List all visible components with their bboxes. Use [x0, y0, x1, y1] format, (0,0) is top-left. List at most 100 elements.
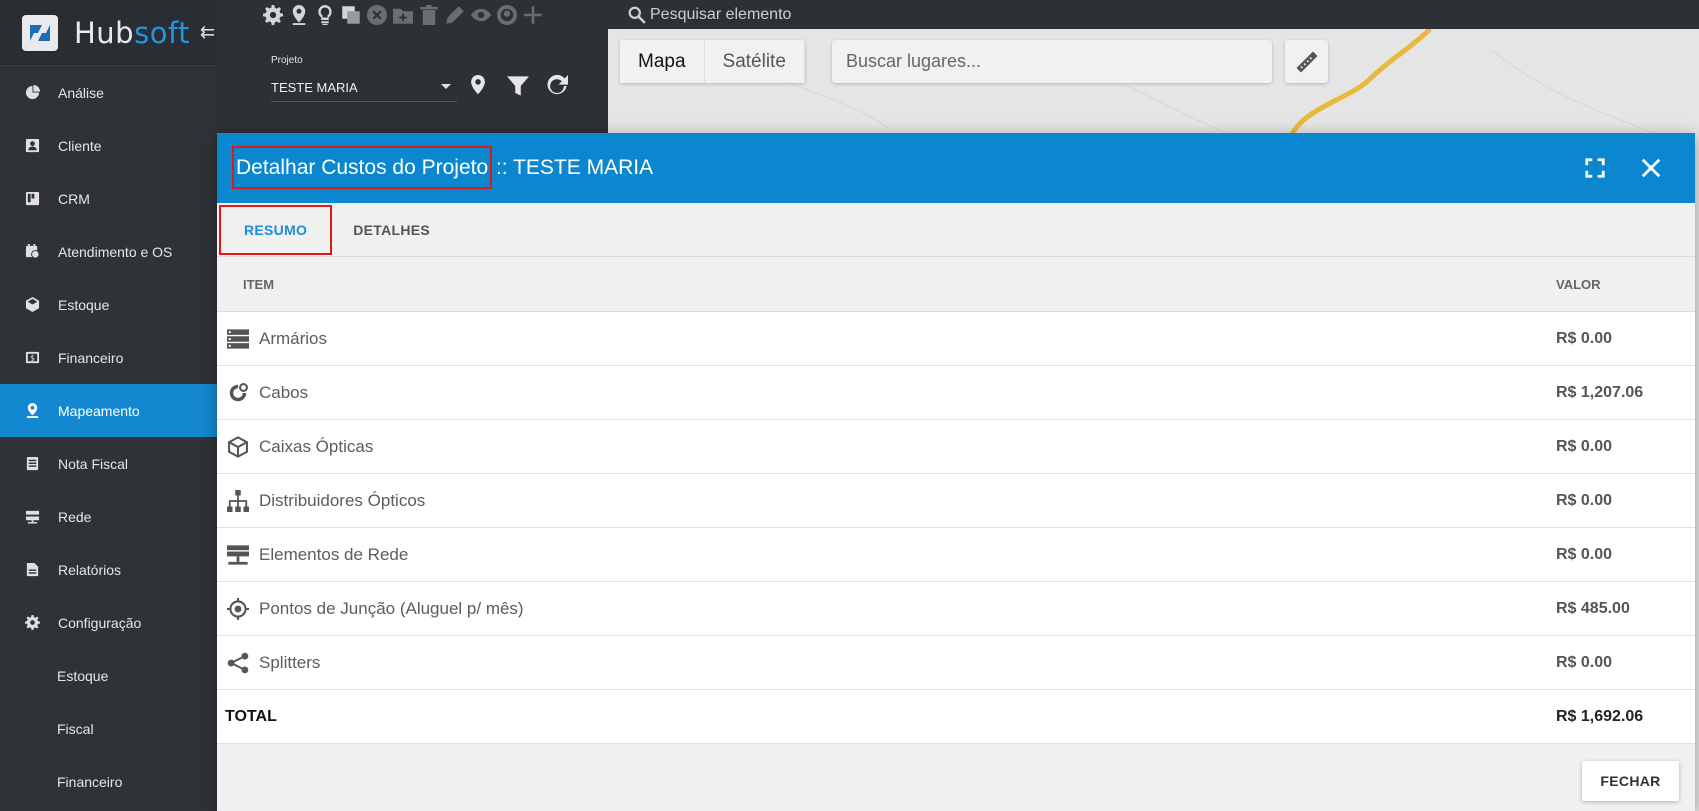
table-header: ITEM VALOR [217, 257, 1695, 312]
folder-add-icon[interactable] [390, 2, 416, 28]
row-item-value: R$ 0.00 [1556, 545, 1613, 563]
brand-name: Hubsoft [74, 15, 191, 50]
row-item-value: R$ 0.00 [1556, 653, 1613, 671]
contact-card-icon [25, 138, 40, 153]
dollar-icon: $ [25, 350, 40, 365]
total-value: R$ 1,692.06 [1556, 707, 1644, 725]
sidebar-item-label: Configuração [58, 614, 142, 631]
modal-footer: FECHAR [1582, 761, 1679, 801]
copy-icon[interactable] [338, 2, 364, 28]
document-icon [25, 456, 40, 471]
eye-icon[interactable] [468, 2, 494, 28]
row-item-label: Elementos de Rede [259, 544, 409, 564]
brand: Hubsoft ⇇ [0, 0, 217, 66]
map-type-map-button[interactable]: Mapa [620, 40, 705, 83]
map-marker-icon[interactable] [286, 2, 312, 28]
sidebar-item-label: Financeiro [57, 773, 123, 790]
sidebar-item-cliente[interactable]: Cliente [0, 119, 217, 172]
modal-header: Detalhar Custos do Projeto :: TESTE MARI… [217, 133, 1695, 203]
sidebar-subitem-estoque[interactable]: Estoque [0, 649, 217, 702]
sidebar-nav: Análise Cliente CRM Atendimento e OS Est… [0, 66, 217, 808]
search-icon [628, 6, 646, 24]
element-search[interactable]: Pesquisar elemento [628, 6, 791, 24]
sidebar-item-mapeamento[interactable]: Mapeamento [0, 384, 217, 437]
remove-icon[interactable] [364, 2, 390, 28]
sidebar-item-atendimento[interactable]: Atendimento e OS [0, 225, 217, 278]
modal-tabs: RESUMO DETALHES [217, 203, 1695, 257]
column-header-item: ITEM [243, 276, 275, 292]
gear-icon[interactable] [260, 2, 286, 28]
fullscreen-icon[interactable] [1581, 154, 1609, 182]
map-marker-location-icon[interactable] [465, 73, 491, 99]
ruler-icon[interactable] [1285, 40, 1328, 83]
sidebar-item-label: Cliente [58, 137, 102, 154]
hierarchy-icon [226, 489, 249, 512]
row-item-value: R$ 0.00 [1556, 491, 1613, 509]
row-item-label: Caixas Ópticas [259, 436, 374, 456]
sidebar-item-label: Estoque [58, 296, 110, 313]
project-select-value: TESTE MARIA [271, 80, 358, 95]
sidebar-item-label: Atendimento e OS [58, 243, 173, 260]
location-icon[interactable] [494, 2, 520, 28]
collapse-menu-icon[interactable]: ⇇ [200, 22, 215, 43]
svg-text:$: $ [30, 353, 35, 362]
pencil-icon[interactable] [442, 2, 468, 28]
row-item-value: R$ 1,207.06 [1556, 383, 1644, 401]
row-item-label: Armários [259, 328, 328, 348]
project-select[interactable]: TESTE MARIA [271, 74, 457, 102]
tab-resumo[interactable]: RESUMO [218, 204, 333, 255]
table-row: Armários R$ 0.00 [217, 312, 1695, 366]
chevron-down-icon [441, 84, 451, 89]
sidebar-item-label: Estoque [57, 667, 109, 684]
lightbulb-icon[interactable] [312, 2, 338, 28]
row-item-label: Distribuidores Ópticos [259, 490, 426, 510]
crosshair-icon [226, 597, 249, 620]
close-icon[interactable] [1637, 154, 1665, 182]
project-costs-modal: Detalhar Custos do Projeto :: TESTE MARI… [217, 133, 1695, 811]
table-row: Cabos R$ 1,207.06 [217, 366, 1695, 420]
sidebar-item-rede[interactable]: Rede [0, 490, 217, 543]
sidebar-item-label: Rede [58, 508, 92, 525]
sidebar-item-nota-fiscal[interactable]: Nota Fiscal [0, 437, 217, 490]
gear-icon [25, 615, 40, 630]
table-row: Caixas Ópticas R$ 0.00 [217, 420, 1695, 474]
cable-reel-icon [226, 381, 249, 404]
sidebar-item-estoque[interactable]: Estoque [0, 278, 217, 331]
map-type-satellite-button[interactable]: Satélite [705, 40, 805, 83]
row-item-value: R$ 0.00 [1556, 437, 1613, 455]
sidebar-subitem-financeiro[interactable]: Financeiro [0, 755, 217, 808]
sidebar-item-analise[interactable]: Análise [0, 66, 217, 119]
server-rack-icon [226, 327, 249, 350]
sidebar-item-configuracao[interactable]: Configuração [0, 596, 217, 649]
sidebar-subitem-fiscal[interactable]: Fiscal [0, 702, 217, 755]
table-row: Pontos de Junção (Aluguel p/ mês) R$ 485… [217, 582, 1695, 636]
sidebar-item-label: Fiscal [57, 720, 94, 737]
close-button[interactable]: FECHAR [1582, 761, 1679, 801]
element-search-placeholder: Pesquisar elemento [650, 5, 792, 23]
sidebar-item-label: Nota Fiscal [58, 455, 129, 472]
plus-icon[interactable] [520, 2, 546, 28]
server-icon [25, 509, 40, 524]
row-item-value: R$ 485.00 [1556, 599, 1630, 617]
tab-detalhes[interactable]: DETALHES [330, 207, 453, 253]
sidebar-item-label: Mapeamento [58, 402, 140, 419]
trash-icon[interactable] [416, 2, 442, 28]
filter-icon[interactable] [505, 73, 531, 99]
modal-title-main: Detalhar Custos do Projeto [231, 146, 493, 189]
sidebar-item-label: Análise [58, 84, 104, 101]
cube-icon [226, 435, 249, 458]
column-header-value: VALOR [1556, 276, 1601, 292]
report-icon [25, 562, 40, 577]
sidebar-item-financeiro[interactable]: $ Financeiro [0, 331, 217, 384]
project-panel: Projeto TESTE MARIA [260, 29, 590, 149]
map-pin-icon [25, 403, 40, 418]
sidebar-item-relatorios[interactable]: Relatórios [0, 543, 217, 596]
modal-title-project: :: TESTE MARIA [490, 156, 654, 179]
map-type-toggle: Mapa Satélite [620, 40, 805, 83]
sidebar-item-crm[interactable]: CRM [0, 172, 217, 225]
row-item-label: Pontos de Junção (Aluguel p/ mês) [259, 598, 524, 618]
project-label: Projeto [271, 55, 303, 66]
refresh-icon[interactable] [544, 73, 570, 99]
table-total-row: TOTAL R$ 1,692.06 [217, 690, 1695, 744]
place-search-input[interactable]: Buscar lugares... [832, 40, 1272, 83]
